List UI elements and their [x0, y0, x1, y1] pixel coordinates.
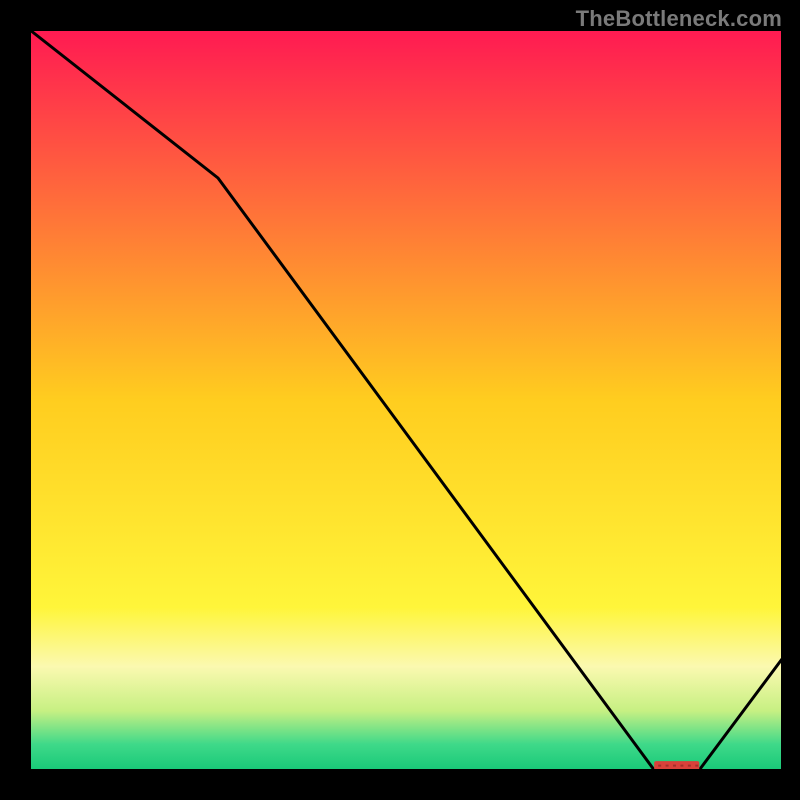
bottleneck-chart — [0, 0, 800, 800]
plot-background — [30, 30, 782, 770]
chart-container: TheBottleneck.com — [0, 0, 800, 800]
